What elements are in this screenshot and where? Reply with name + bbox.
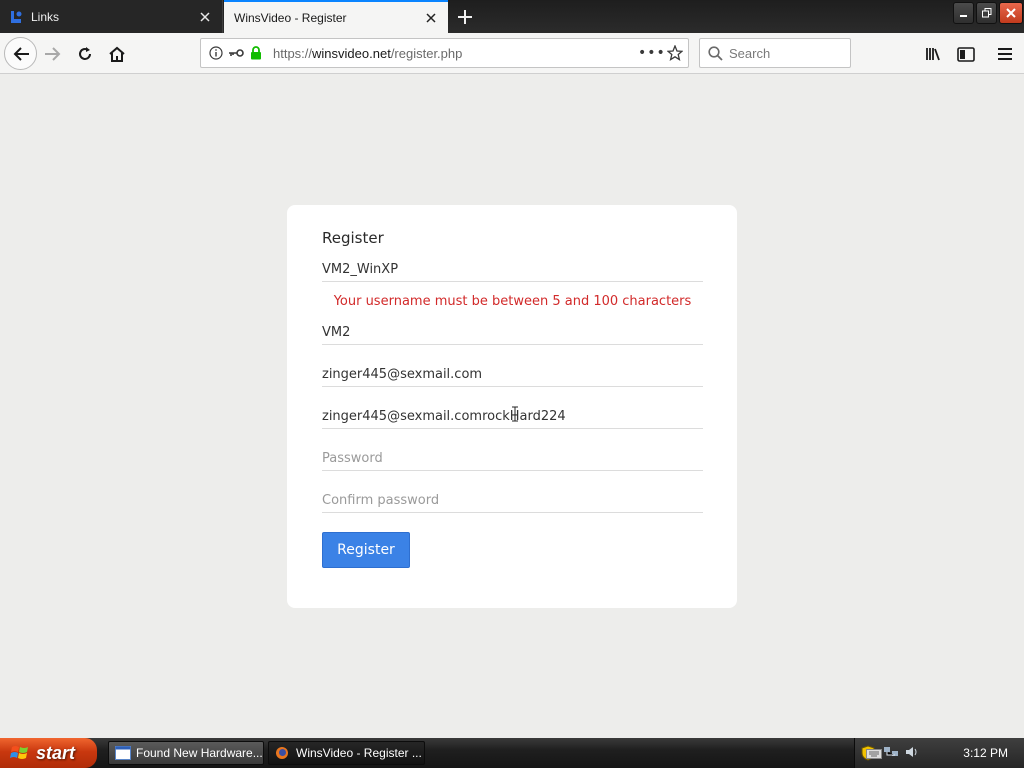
library-icon[interactable] bbox=[918, 38, 950, 70]
email-field[interactable] bbox=[322, 363, 703, 387]
close-tab-icon[interactable] bbox=[420, 7, 442, 29]
secure-lock-icon[interactable] bbox=[247, 44, 265, 62]
name-field[interactable] bbox=[322, 321, 703, 345]
forward-arrow-icon[interactable] bbox=[37, 38, 69, 70]
windows-flag-icon bbox=[10, 743, 30, 763]
navigation-toolbar: https://winsvideo.net/register.php ••• bbox=[0, 33, 1024, 74]
restore-icon[interactable] bbox=[976, 2, 997, 24]
url-path: /register.php bbox=[390, 45, 463, 61]
tab-title: Links bbox=[31, 9, 60, 24]
search-icon bbox=[708, 45, 723, 61]
url-host: winsvideo.net bbox=[312, 45, 391, 61]
firefox-app-icon bbox=[275, 746, 291, 760]
tab-title: WinsVideo - Register bbox=[234, 10, 347, 25]
password-field[interactable] bbox=[322, 447, 703, 471]
taskbar-item-label: WinsVideo - Register ... bbox=[296, 746, 422, 760]
network-icon[interactable] bbox=[883, 745, 899, 761]
search-bar[interactable] bbox=[699, 38, 851, 68]
keyboard-language-icon[interactable] bbox=[866, 746, 882, 760]
menu-hamburger-icon[interactable] bbox=[989, 38, 1021, 70]
confirm-password-field[interactable] bbox=[322, 489, 703, 513]
bookmark-star-icon[interactable] bbox=[662, 45, 688, 61]
register-button[interactable]: Register bbox=[322, 532, 410, 568]
taskbar-clock: 3:12 PM bbox=[963, 746, 1008, 760]
url-scheme: https:// bbox=[273, 45, 313, 61]
username-error-message: Your username must be between 5 and 100 … bbox=[333, 294, 692, 309]
home-icon[interactable] bbox=[101, 38, 133, 70]
tab-strip: Links WinsVideo - Register bbox=[0, 0, 1024, 33]
info-icon[interactable] bbox=[207, 44, 225, 62]
username-field[interactable] bbox=[322, 258, 703, 282]
page-actions-more-icon[interactable]: ••• bbox=[638, 45, 665, 61]
url-text[interactable]: https://winsvideo.net/register.php bbox=[273, 46, 638, 61]
window-app-icon bbox=[115, 746, 131, 760]
minimize-icon[interactable] bbox=[953, 2, 974, 24]
back-arrow-icon[interactable] bbox=[4, 37, 37, 70]
start-label: start bbox=[36, 742, 76, 763]
start-button[interactable]: start bbox=[0, 738, 97, 768]
url-bar[interactable]: https://winsvideo.net/register.php ••• bbox=[200, 38, 689, 68]
reload-icon[interactable] bbox=[69, 38, 101, 70]
volume-icon[interactable] bbox=[905, 745, 921, 761]
register-title: Register bbox=[322, 229, 384, 247]
taskbar-item-winsvideo-register[interactable]: WinsVideo - Register ... bbox=[268, 741, 425, 765]
tab-winsvideo-register[interactable]: WinsVideo - Register bbox=[224, 0, 448, 33]
links-favicon-icon bbox=[9, 10, 23, 24]
taskbar-item-found-new-hardware[interactable]: Found New Hardware... bbox=[108, 741, 264, 765]
new-tab-plus-icon[interactable] bbox=[452, 4, 478, 30]
text-cursor-icon bbox=[512, 406, 518, 422]
sidebar-icon[interactable] bbox=[950, 38, 982, 70]
key-icon[interactable] bbox=[227, 44, 245, 62]
window-close-icon[interactable] bbox=[999, 2, 1023, 24]
close-tab-icon[interactable] bbox=[194, 6, 216, 28]
tab-links[interactable]: Links bbox=[0, 0, 223, 33]
search-input[interactable] bbox=[729, 45, 839, 61]
window-controls bbox=[951, 2, 1024, 24]
taskbar-item-label: Found New Hardware... bbox=[136, 746, 263, 760]
